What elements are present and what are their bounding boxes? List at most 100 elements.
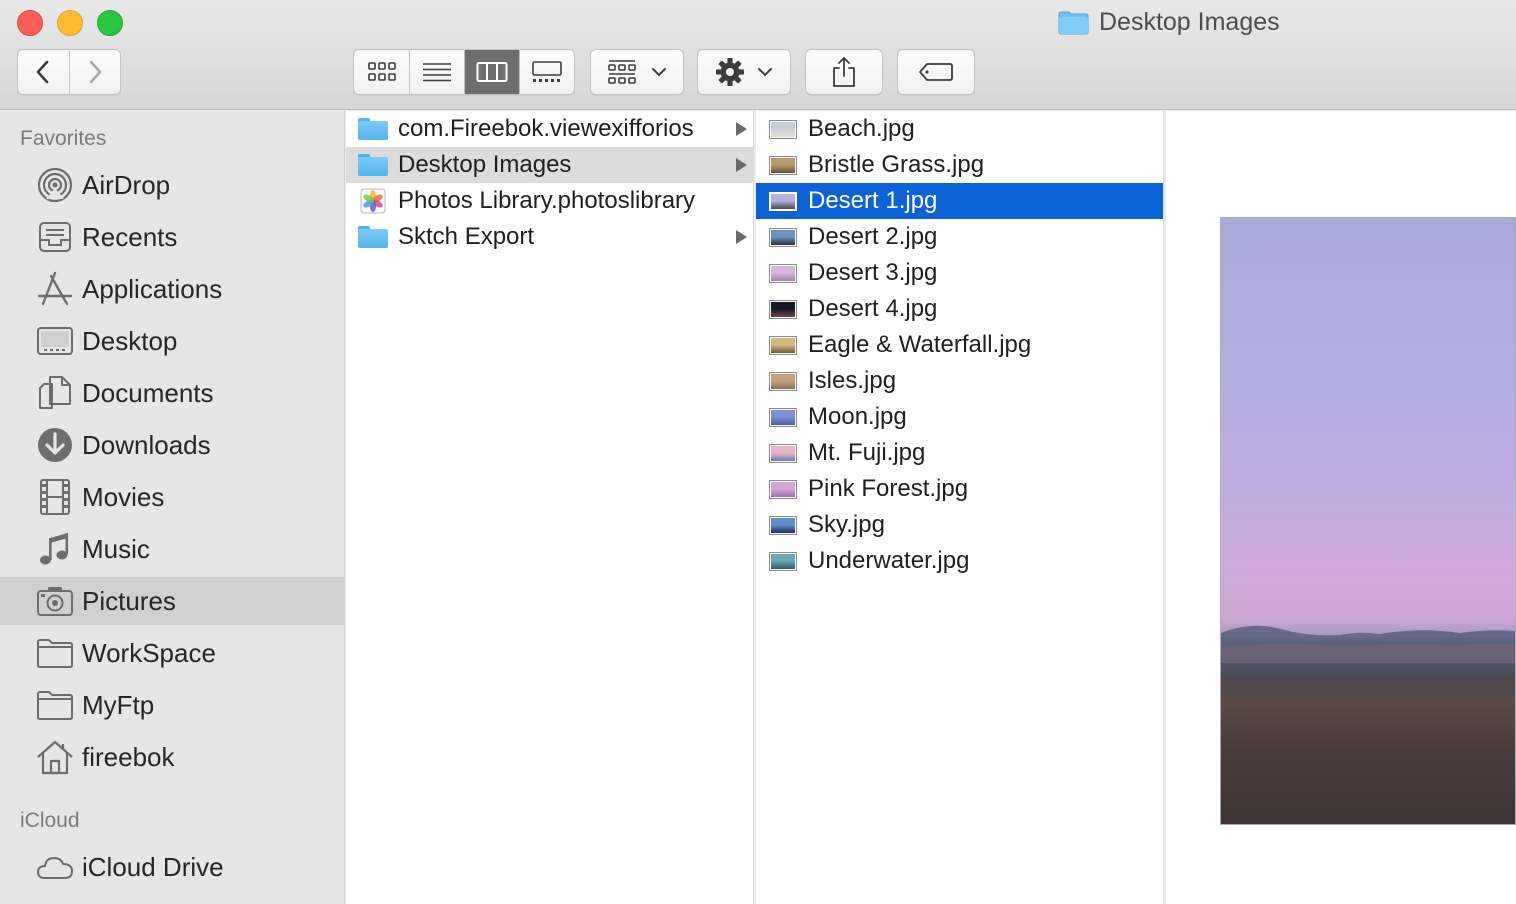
disclosure-arrow-icon (736, 158, 747, 172)
tags-button[interactable] (897, 49, 975, 95)
sidebar-item-label: Music (82, 533, 150, 564)
item-label: Desert 4.jpg (808, 295, 938, 322)
sidebar-item-myftp[interactable]: MyFtp (0, 681, 344, 729)
icon-view-button[interactable] (354, 50, 409, 94)
chevron-down-icon (758, 68, 772, 77)
image-thumbnail-icon (768, 153, 798, 177)
sidebar-item-applications[interactable]: Applications (0, 265, 344, 313)
list-item[interactable]: Desert 2.jpg (756, 219, 1163, 255)
list-item[interactable]: Eagle & Waterfall.jpg (756, 327, 1163, 363)
sidebar-item-icloud-drive[interactable]: iCloud Drive (0, 843, 344, 891)
list-item[interactable]: Underwater.jpg (756, 543, 1163, 579)
folder-icon (358, 117, 388, 141)
sidebar-item-documents[interactable]: Documents (0, 369, 344, 417)
sidebar-item-home[interactable]: fireebok (0, 733, 344, 781)
list-item[interactable]: Mt. Fuji.jpg (756, 435, 1163, 471)
pictures-icon (36, 582, 74, 620)
photos-library-icon (358, 188, 388, 214)
list-item[interactable]: Isles.jpg (756, 363, 1163, 399)
recents-icon (36, 218, 74, 256)
sidebar-item-downloads[interactable]: Downloads (0, 421, 344, 469)
sidebar-item-label: Downloads (82, 429, 211, 460)
image-thumbnail-icon (768, 225, 798, 249)
sidebar-item-workspace[interactable]: WorkSpace (0, 629, 344, 677)
gallery-view-button[interactable] (519, 50, 574, 94)
image-thumbnail-icon (768, 549, 798, 573)
sidebar-item-label: MyFtp (82, 689, 155, 720)
image-thumbnail-icon (768, 297, 798, 321)
image-thumbnail-icon (768, 441, 798, 465)
item-label: Moon.jpg (808, 403, 907, 430)
sidebar-item-recents[interactable]: Recents (0, 213, 344, 261)
item-label: com.Fireebok.viewexifforios (398, 115, 694, 142)
view-mode-control (353, 49, 575, 95)
movies-icon (36, 478, 74, 516)
disclosure-arrow-icon (736, 122, 747, 136)
minimize-window-button[interactable] (57, 10, 83, 36)
image-thumbnail-icon (768, 369, 798, 393)
window-title-text: Desktop Images (1099, 8, 1280, 36)
sidebar-item-label: Pictures (82, 585, 176, 616)
disclosure-arrow-icon (736, 230, 747, 244)
column-2: Beach.jpg Bristle Grass.jpg Desert 1.jpg… (756, 111, 1164, 904)
image-thumbnail-icon (768, 333, 798, 357)
close-window-button[interactable] (17, 10, 43, 36)
sidebar-item-label: AirDrop (82, 169, 171, 200)
tag-icon (919, 63, 953, 81)
zoom-window-button[interactable] (97, 10, 123, 36)
list-item[interactable]: Sky.jpg (756, 507, 1163, 543)
item-label: Sky.jpg (808, 511, 885, 538)
list-item[interactable]: Desert 3.jpg (756, 255, 1163, 291)
image-thumbnail-icon (768, 477, 798, 501)
item-label: Desert 3.jpg (808, 259, 938, 286)
folder-icon (358, 153, 388, 177)
sidebar-section-favorites: Favorites (20, 127, 107, 150)
list-item[interactable]: com.Fireebok.viewexifforios (346, 111, 753, 147)
sidebar-section-icloud: iCloud (20, 809, 80, 832)
chevron-down-icon (652, 68, 666, 77)
toolbar: Desktop Images (0, 0, 1516, 110)
sidebar-item-label: WorkSpace (82, 637, 216, 668)
list-item[interactable]: Desktop Images (346, 147, 753, 183)
list-item[interactable]: Bristle Grass.jpg (756, 147, 1163, 183)
image-preview[interactable] (1220, 217, 1516, 825)
column-view-button[interactable] (464, 50, 519, 94)
group-icon (608, 60, 636, 84)
share-button[interactable] (805, 49, 883, 95)
group-by-button[interactable] (590, 49, 684, 95)
airdrop-icon (36, 166, 74, 204)
list-item[interactable]: Beach.jpg (756, 111, 1163, 147)
gear-icon (716, 58, 744, 86)
icon-view-icon (367, 62, 396, 81)
folder-icon (1058, 11, 1089, 35)
window-title: Desktop Images (1058, 8, 1280, 37)
sidebar-item-label: Movies (82, 481, 165, 512)
image-thumbnail-icon (768, 189, 798, 213)
music-icon (36, 530, 74, 568)
list-view-button[interactable] (409, 50, 464, 94)
list-item-selected[interactable]: Desert 1.jpg (756, 183, 1163, 219)
list-item[interactable]: Desert 4.jpg (756, 291, 1163, 327)
chevron-right-icon (89, 60, 102, 84)
documents-icon (36, 374, 74, 412)
sidebar-item-music[interactable]: Music (0, 525, 344, 573)
sidebar-item-label: Recents (82, 221, 178, 252)
sidebar-item-desktop[interactable]: Desktop (0, 317, 344, 365)
list-item[interactable]: Pink Forest.jpg (756, 471, 1163, 507)
sidebar-item-airdrop[interactable]: AirDrop (0, 161, 344, 209)
list-item[interactable]: Sktch Export (346, 219, 753, 255)
item-label: Desert 2.jpg (808, 223, 938, 250)
forward-button[interactable] (68, 50, 120, 94)
desktop-icon (36, 322, 74, 360)
folder-icon (36, 634, 74, 672)
home-icon (36, 738, 74, 776)
sidebar-item-pictures[interactable]: Pictures (0, 577, 344, 625)
list-item[interactable]: Moon.jpg (756, 399, 1163, 435)
action-button[interactable] (697, 49, 791, 95)
back-button[interactable] (18, 50, 69, 94)
sidebar-item-label: Desktop (82, 325, 178, 356)
image-thumbnail-icon (768, 405, 798, 429)
sidebar-item-movies[interactable]: Movies (0, 473, 344, 521)
list-item[interactable]: Photos Library.photoslibrary (346, 183, 753, 219)
item-label: Mt. Fuji.jpg (808, 439, 926, 466)
